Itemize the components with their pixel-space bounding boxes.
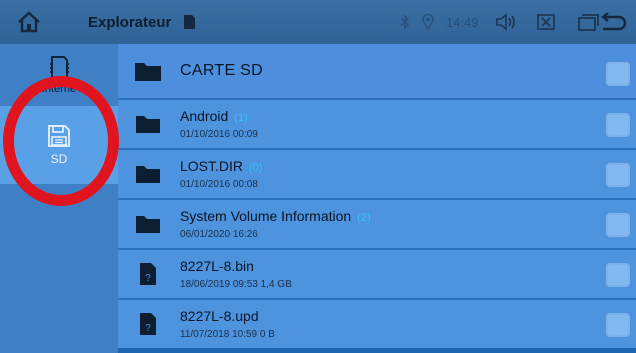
current-location-header[interactable]: CARTE SD [118, 44, 636, 98]
folder-icon [136, 116, 160, 133]
storage-sidebar: Interne SD [0, 44, 118, 353]
item-count: (0) [249, 162, 263, 174]
item-count: (2) [357, 212, 371, 224]
select-all-checkbox[interactable] [606, 62, 630, 86]
row-checkbox[interactable] [606, 213, 630, 237]
bluetooth-icon [400, 14, 409, 30]
item-name: Android [180, 108, 229, 124]
list-item[interactable]: Android (1) 01/10/2016 00:09 [118, 98, 636, 148]
item-name: 8227L-8.upd [180, 308, 259, 324]
item-meta: 01/10/2016 00:08 [180, 179, 258, 190]
close-window-icon[interactable] [536, 14, 555, 30]
item-meta: 11/07/2018 10:59 0 B [180, 329, 275, 340]
top-bar: Explorateur 14:49 [0, 0, 636, 44]
item-name: LOST.DIR [180, 158, 244, 174]
current-location-label: CARTE SD [180, 62, 264, 79]
unknown-file-icon: ? [140, 263, 156, 285]
sidebar-item-label: SD [50, 152, 68, 166]
row-checkbox[interactable] [606, 313, 630, 337]
folder-icon [135, 63, 161, 81]
home-button[interactable] [0, 0, 58, 44]
item-count: (1) [234, 112, 248, 124]
item-meta: 01/10/2016 00:09 [180, 129, 258, 140]
floppy-disk-icon [48, 125, 70, 147]
svg-text:?: ? [145, 273, 151, 284]
sidebar-item-label: Interne [41, 83, 77, 95]
list-item[interactable]: LOST.DIR (0) 01/10/2016 00:08 [118, 148, 636, 198]
sd-card-status-icon [184, 15, 196, 29]
list-item[interactable]: System Volume Information (2) 06/01/2020 … [118, 198, 636, 248]
unknown-file-icon: ? [140, 313, 156, 335]
sidebar-item-internal[interactable]: Interne [0, 44, 118, 106]
app-title: Explorateur [88, 13, 172, 31]
item-meta: 18/06/2019 09:53 1,4 GB [180, 279, 292, 290]
row-checkbox[interactable] [606, 163, 630, 187]
list-item[interactable]: ? 8227L-8.bin 18/06/2019 09:53 1,4 GB [118, 248, 636, 298]
location-icon [422, 14, 434, 30]
row-checkbox[interactable] [606, 263, 630, 287]
folder-icon [136, 166, 160, 183]
sidebar-item-sd[interactable]: SD [0, 106, 118, 184]
folder-icon [136, 216, 160, 233]
home-icon [18, 11, 40, 33]
svg-text:?: ? [145, 323, 151, 334]
recent-apps-icon[interactable] [577, 13, 599, 31]
file-list: CARTE SD Android (1) 01/10/2016 00:09 LOS… [118, 44, 636, 353]
item-name: 8227L-8.bin [180, 258, 254, 274]
back-button[interactable] [598, 8, 628, 36]
volume-icon[interactable] [495, 13, 517, 31]
back-arrow-icon [601, 12, 627, 31]
clock-time: 14:49 [446, 14, 479, 30]
sd-card-icon [50, 56, 69, 80]
item-name: System Volume Information [180, 208, 352, 224]
list-item[interactable]: ? 8227L-8.upd 11/07/2018 10:59 0 B [118, 298, 636, 348]
row-checkbox[interactable] [606, 113, 630, 137]
item-meta: 06/01/2020 16:26 [180, 229, 258, 240]
status-bar: 14:49 [400, 0, 599, 44]
